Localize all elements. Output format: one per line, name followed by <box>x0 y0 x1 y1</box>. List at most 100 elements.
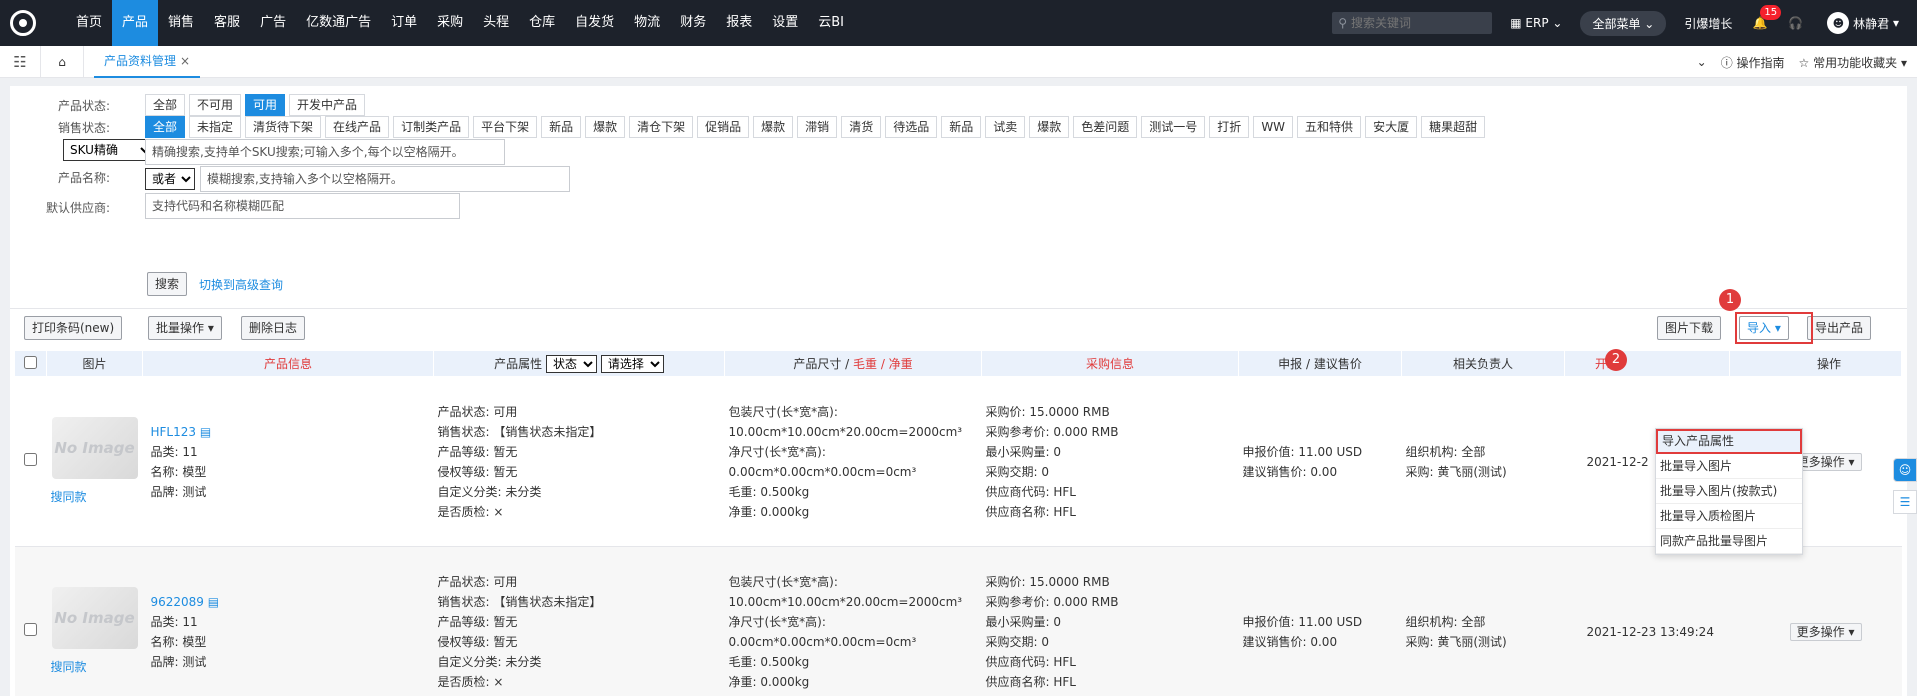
apps-grid-icon[interactable]: ☷ <box>0 53 40 71</box>
user-menu[interactable]: ☻ 林静君 ▾ <box>1821 12 1905 34</box>
status-chip-unavailable[interactable]: 不可用 <box>189 94 242 116</box>
sales-chip[interactable]: 促销品 <box>697 116 750 138</box>
attr-status-select[interactable]: 状态 <box>546 354 597 373</box>
status-chip-all[interactable]: 全部 <box>145 94 186 116</box>
purchase-line: 供应商名称: HFL <box>985 504 1076 519</box>
image-download-button[interactable]: 图片下载 <box>1657 316 1722 340</box>
header-dev[interactable]: 开发 <box>1564 350 1730 377</box>
no-image-placeholder[interactable]: No Image <box>51 586 138 649</box>
nav-item-cloud-bi[interactable]: 云BI <box>808 0 854 46</box>
sales-chip[interactable]: 爆款 <box>1029 116 1070 138</box>
sales-chip[interactable]: 清货 <box>841 116 882 138</box>
headset-icon[interactable]: 🎧 <box>1782 16 1809 30</box>
sales-chip[interactable]: 五和特供 <box>1297 116 1362 138</box>
nav-item-logistics[interactable]: 物流 <box>624 0 670 46</box>
supplier-input[interactable] <box>145 193 460 219</box>
sales-chip[interactable]: 试卖 <box>985 116 1026 138</box>
sales-chip[interactable]: 平台下架 <box>473 116 538 138</box>
copy-icon[interactable]: ▤ <box>208 595 219 609</box>
import-menu-batch-images-by-style[interactable]: 批量导入图片(按款式) <box>1656 479 1802 504</box>
nav-item-self-ship[interactable]: 自发货 <box>565 0 624 46</box>
sales-chip[interactable]: 测试一号 <box>1141 116 1206 138</box>
import-menu-product-attr[interactable]: 导入产品属性 <box>1656 429 1802 454</box>
advanced-search-link[interactable]: 切换到高级查询 <box>199 276 283 293</box>
all-menu-button[interactable]: 全部菜单 ⌄ <box>1580 10 1667 36</box>
nav-item-finance[interactable]: 财务 <box>670 0 716 46</box>
status-chip-available[interactable]: 可用 <box>245 94 286 116</box>
home-icon[interactable]: ⌂ <box>40 45 84 78</box>
more-ops-button[interactable]: 更多操作 ▾ <box>1789 622 1862 641</box>
copy-icon[interactable]: ▤ <box>200 425 211 439</box>
sales-chip[interactable]: 清仓下架 <box>629 116 694 138</box>
sku-search-input[interactable] <box>145 139 505 165</box>
sku-mode-select[interactable]: SKU精确 <box>63 139 154 161</box>
nav-item-warehouse[interactable]: 仓库 <box>519 0 565 46</box>
same-style-link[interactable]: 搜同款 <box>51 487 139 507</box>
nav-item-service[interactable]: 客服 <box>204 0 250 46</box>
sales-chip[interactable]: 新品 <box>541 116 582 138</box>
nav-item-sales[interactable]: 销售 <box>158 0 204 46</box>
sales-chip[interactable]: 糖果超甜 <box>1421 116 1486 138</box>
purchase-line: 采购交期: 0 <box>985 634 1050 649</box>
notes-icon[interactable]: ☰ <box>1893 490 1917 514</box>
nav-item-reports[interactable]: 报表 <box>716 0 762 46</box>
erp-switch[interactable]: ▦ ERP ⌄ <box>1504 16 1568 30</box>
sales-chip[interactable]: 订制类产品 <box>393 116 470 138</box>
sales-chip[interactable]: 未指定 <box>189 116 242 138</box>
name-search-input[interactable] <box>200 166 570 192</box>
global-search[interactable]: ⚲ <box>1332 12 1493 34</box>
delete-log-button[interactable]: 删除日志 <box>241 316 306 340</box>
search-button[interactable]: 搜索 <box>147 272 188 296</box>
sales-chip[interactable]: 待选品 <box>885 116 938 138</box>
nav-item-first-leg[interactable]: 头程 <box>473 0 519 46</box>
sales-chip[interactable]: 新品 <box>941 116 982 138</box>
sales-chip[interactable]: 全部 <box>145 116 186 138</box>
import-menu-qc-images[interactable]: 批量导入质检图片 <box>1656 504 1802 529</box>
chevron-down-icon[interactable]: ⌄ <box>1697 55 1707 69</box>
select-all-checkbox[interactable] <box>24 355 37 369</box>
header-purchase[interactable]: 采购信息 <box>981 350 1239 377</box>
nav-item-ads[interactable]: 广告 <box>250 0 296 46</box>
attr-value-select[interactable]: 请选择 <box>600 354 664 373</box>
app-logo-icon[interactable] <box>0 0 46 46</box>
sales-chip[interactable]: 爆款 <box>753 116 794 138</box>
global-search-input[interactable] <box>1351 16 1472 30</box>
nav-item-home[interactable]: 首页 <box>66 0 112 46</box>
nav-item-yishutong-ads[interactable]: 亿数通广告 <box>296 0 381 46</box>
nav-item-orders[interactable]: 订单 <box>381 0 427 46</box>
sales-chips: 全部 未指定 清货待下架 在线产品 订制类产品 平台下架 新品 爆款 清仓下架 促销品 爆款 滞销 清货… <box>145 116 1486 138</box>
print-barcode-button[interactable]: 打印条码(new) <box>24 316 123 340</box>
row-checkbox[interactable] <box>24 622 37 636</box>
export-products-button[interactable]: 导出产品 <box>1807 316 1872 340</box>
divider <box>10 308 1907 309</box>
tab-product-management[interactable]: 产品资料管理 × <box>94 46 201 78</box>
import-menu-same-style-images[interactable]: 同款产品批量导图片 <box>1656 529 1802 554</box>
batch-ops-button[interactable]: 批量操作 ▾ <box>148 316 222 340</box>
nav-item-purchase[interactable]: 采购 <box>427 0 473 46</box>
sales-chip[interactable]: 安大厦 <box>1365 116 1418 138</box>
chat-icon[interactable]: ☺ <box>1893 458 1917 482</box>
same-style-link[interactable]: 搜同款 <box>51 657 139 677</box>
notification-bell[interactable]: 🔔 15 <box>1750 5 1782 33</box>
no-image-placeholder[interactable]: No Image <box>51 416 138 479</box>
sales-chip[interactable]: 在线产品 <box>325 116 390 138</box>
sku-link[interactable]: HFL123 <box>151 425 197 439</box>
nav-item-product[interactable]: 产品 <box>112 0 159 46</box>
sales-chip[interactable]: 清货待下架 <box>245 116 322 138</box>
close-icon[interactable]: × <box>180 54 190 68</box>
status-chip-developing[interactable]: 开发中产品 <box>289 94 366 116</box>
sales-chip[interactable]: 色差问题 <box>1073 116 1138 138</box>
guide-link[interactable]: ⓘ 操作指南 <box>1721 54 1785 71</box>
sales-chip[interactable]: 滞销 <box>797 116 838 138</box>
sales-chip[interactable]: 打折 <box>1209 116 1250 138</box>
row-checkbox[interactable] <box>24 452 37 466</box>
sku-link[interactable]: 9622089 <box>151 595 204 609</box>
header-product-info[interactable]: 产品信息 <box>142 350 434 377</box>
sales-chip[interactable]: WW <box>1253 116 1294 138</box>
growth-link[interactable]: 引爆增长 <box>1678 15 1738 32</box>
sales-chip[interactable]: 爆款 <box>585 116 626 138</box>
nav-item-settings[interactable]: 设置 <box>762 0 808 46</box>
name-mode-select[interactable]: 或者 <box>145 168 195 190</box>
favorites-link[interactable]: ☆ 常用功能收藏夹 ▾ <box>1799 54 1907 71</box>
import-menu-batch-images[interactable]: 批量导入图片 <box>1656 454 1802 479</box>
